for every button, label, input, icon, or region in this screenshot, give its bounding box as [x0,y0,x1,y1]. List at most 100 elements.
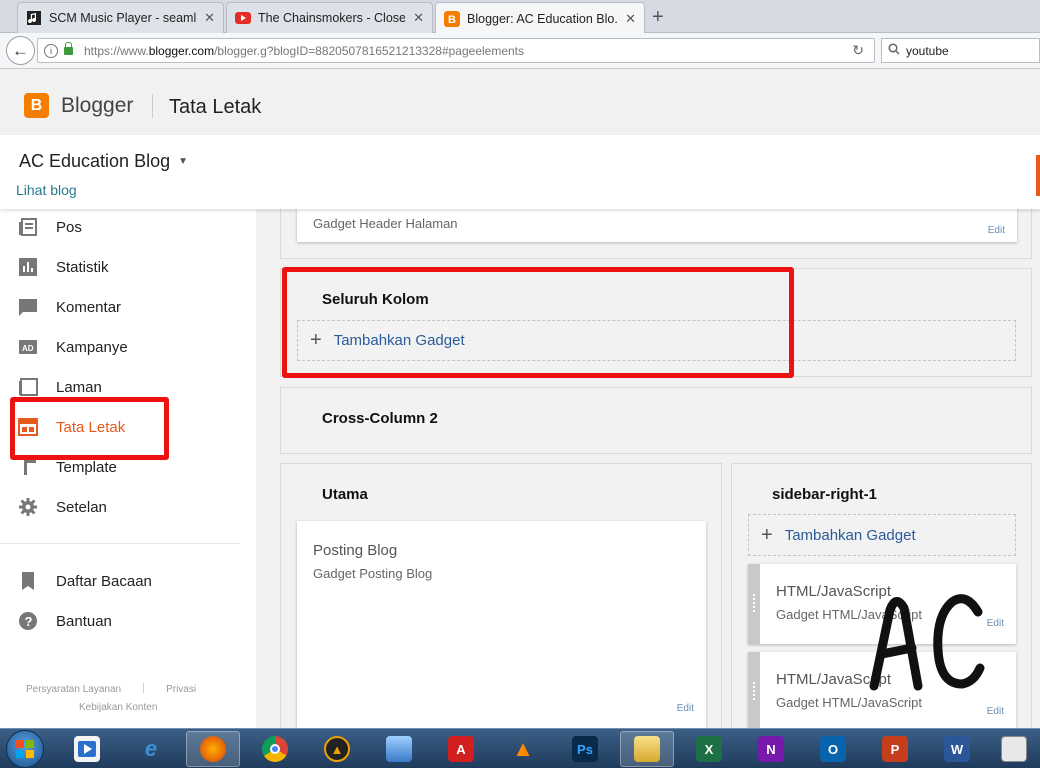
layout-section-header: Gadget Header Halaman Edit [280,209,1032,259]
url-text: https://www.blogger.com/blogger.g?blogID… [84,43,525,58]
highlight-box [10,397,169,460]
back-button[interactable]: ← [6,36,35,65]
taskbar-powerpoint[interactable]: P [868,731,922,767]
edit-link[interactable]: Edit [987,618,1004,629]
svg-text:AD: AD [22,344,34,353]
gadget-page-header[interactable]: Gadget Header Halaman Edit [297,209,1017,242]
search-value: youtube [906,43,949,58]
taskbar-chrome[interactable] [248,731,302,767]
chrome-icon [262,736,288,762]
sidebar-item-label: Daftar Bacaan [56,572,152,590]
info-icon[interactable]: i [44,43,58,58]
sidebar-item-label: Setelan [56,498,107,516]
svg-text:?: ? [25,614,33,629]
blog-selector[interactable]: AC Education Blog ▼ [19,151,188,172]
start-button[interactable] [6,730,44,768]
terms-link[interactable]: Persyaratan Layanan [26,684,121,695]
gear-icon [18,497,38,517]
tab-title: SCM Music Player - seamle... [49,11,197,25]
taskbar-internet-explorer[interactable]: e [124,731,178,767]
svg-text:B: B [448,14,456,26]
sidebar-item-label: Pos [56,218,82,236]
taskbar-word[interactable]: W [930,731,984,767]
taskbar-firefox[interactable] [186,731,240,767]
sidebar-item-statistik[interactable]: Statistik [0,247,256,287]
taskbar-excel[interactable]: X [682,731,736,767]
taskbar-photoshop[interactable]: Ps [558,731,612,767]
sidebar-item-bantuan[interactable]: ? Bantuan [0,601,256,641]
taskbar-aimp[interactable]: ▲ [310,731,364,767]
browser-tab[interactable]: The Chainsmokers - Closer... ✕ [226,2,433,33]
page-icon [18,377,38,397]
section-title: sidebar-right-1 [772,486,878,503]
windows-logo-icon [16,740,34,758]
taskbar-explorer[interactable] [620,731,674,767]
search-input[interactable]: youtube [881,38,1040,63]
sidebar-item-daftar-bacaan[interactable]: Daftar Bacaan [0,561,256,601]
photoshop-icon: Ps [572,736,598,762]
sidebar-footer-links: Persyaratan Layanan Privasi [26,683,196,695]
privacy-link[interactable]: Privasi [166,684,196,695]
powerpoint-icon: P [882,736,908,762]
browser-nav-bar: ← i https://www.blogger.com/blogger.g?bl… [0,33,1040,69]
add-gadget-button[interactable]: + Tambahkan Gadget [748,514,1016,556]
gadget-subtitle: Gadget Header Halaman [313,216,458,231]
taskbar-onenote[interactable]: N [744,731,798,767]
taskbar-photo-viewer[interactable] [372,731,426,767]
brand-name[interactable]: Blogger [61,94,133,118]
sidebar-item-label: Template [56,458,117,476]
music-icon [26,10,42,26]
content-policy-link[interactable]: Kebijakan Konten [79,702,157,713]
reload-icon[interactable]: ↻ [852,42,864,59]
sidebar-item-kampanye[interactable]: AD Kampanye [0,327,256,367]
sidebar: Pos Statistik Komentar AD Kampanye Laman… [0,209,256,728]
sidebar-item-komentar[interactable]: Komentar [0,287,256,327]
media-player-icon [74,736,100,762]
section-title: Cross-Column 2 [322,410,438,427]
sidebar-item-label: Komentar [56,298,122,316]
new-tab-button[interactable]: + [652,6,664,29]
sidebar-item-setelan[interactable]: Setelan [0,487,256,527]
ad-icon: AD [18,337,38,357]
edit-link[interactable]: Edit [677,703,694,714]
sidebar-item-label: Statistik [56,258,109,276]
template-icon [18,457,38,477]
comment-icon [18,297,38,317]
drag-handle-icon[interactable] [748,564,760,644]
remote-desktop-icon [1001,736,1027,762]
firefox-icon [200,736,226,762]
browser-tab-active[interactable]: B Blogger: AC Education Blo... ✕ [435,2,645,34]
vlc-icon: ▲ [512,736,534,761]
sidebar-item-pos[interactable]: Pos [0,207,256,247]
edit-link[interactable]: Edit [988,225,1005,236]
browser-tab[interactable]: SCM Music Player - seamle... ✕ [17,2,224,33]
drag-handle-icon[interactable] [748,652,760,728]
tab-title: The Chainsmokers - Closer... [258,11,406,25]
view-blog-link[interactable]: Lihat blog [16,182,77,198]
blogger-logo-icon[interactable]: B [24,93,49,118]
close-icon[interactable]: ✕ [204,10,215,26]
section-title: Utama [322,486,368,503]
address-bar[interactable]: i https://www.blogger.com/blogger.g?blog… [37,38,875,63]
aimp-icon: ▲ [324,736,350,762]
folder-icon [634,736,660,762]
browser-tab-strip: SCM Music Player - seamle... ✕ The Chain… [0,0,1040,34]
sidebar-item-label: Laman [56,378,102,396]
acrobat-icon: A [448,736,474,762]
internet-explorer-icon: e [144,736,158,761]
close-icon[interactable]: ✕ [413,10,424,26]
gadget-blog-posts[interactable]: Posting Blog Gadget Posting Blog Edit [297,521,706,728]
taskbar-media-player[interactable] [60,731,114,767]
blog-subheader: AC Education Blog ▼ Lihat blog [0,135,1040,209]
taskbar-vlc[interactable]: ▲ [496,731,550,767]
taskbar-acrobat[interactable]: A [434,731,488,767]
sidebar-divider [0,543,240,544]
blog-name: AC Education Blog [19,151,171,171]
layout-section-cross-column-2: Cross-Column 2 [280,387,1032,454]
taskbar-outlook[interactable]: O [806,731,860,767]
edit-link[interactable]: Edit [987,706,1004,717]
close-icon[interactable]: ✕ [625,11,636,27]
accent-edge [1036,155,1040,196]
taskbar-remote-desktop[interactable] [990,731,1038,767]
caret-down-icon: ▼ [178,156,188,167]
